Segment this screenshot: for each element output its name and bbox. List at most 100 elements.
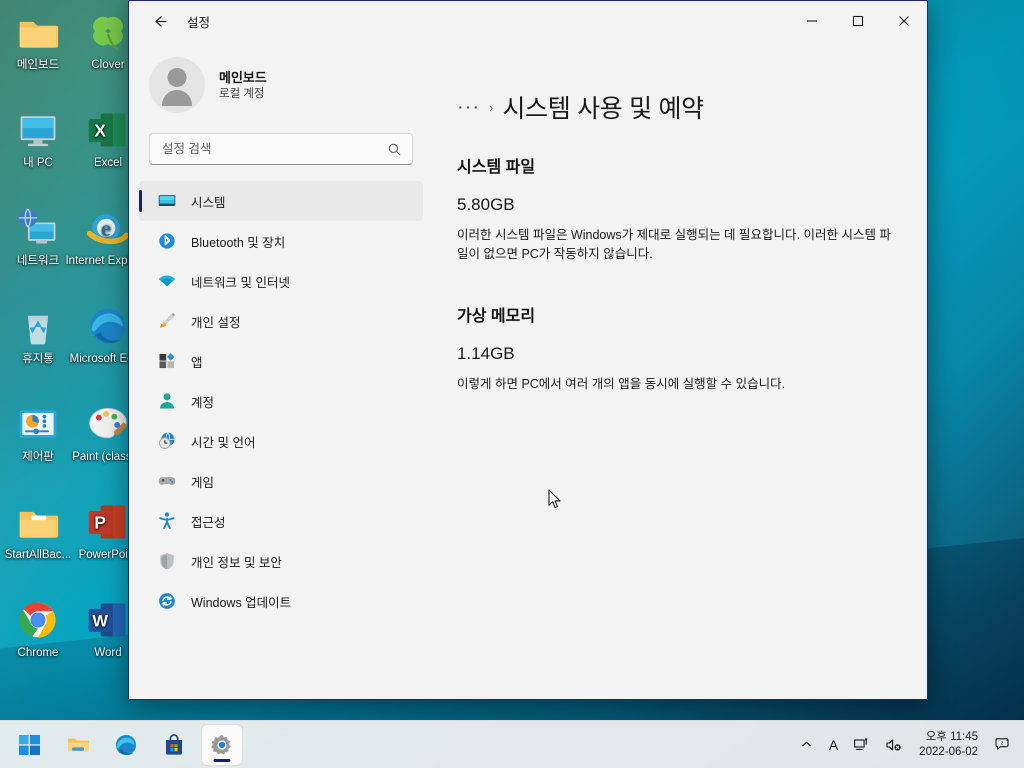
gamepad-icon [158, 477, 176, 485]
sidebar-item-label: 시간 및 언어 [191, 435, 256, 450]
window-title: 설정 [187, 15, 211, 30]
section-heading: 가상 메모리 [457, 308, 536, 325]
system-monitor-icon [158, 195, 176, 206]
titlebar-drag-area[interactable] [210, 1, 789, 41]
network-tray-icon[interactable] [847, 725, 877, 765]
notification-button[interactable]: z z [988, 725, 1018, 765]
folder-icon [19, 21, 59, 48]
close-button[interactable] [881, 1, 927, 41]
clover-icon [92, 16, 124, 52]
account-card[interactable]: 메인보드 로컬 계정 [129, 41, 433, 119]
breadcrumb: ··· › 시스템 사용 및 예약 [457, 89, 891, 125]
wifi-icon [157, 271, 177, 291]
sidebar-item-4[interactable]: 개인 설정 [139, 301, 423, 341]
clock-globe-icon [159, 432, 175, 449]
edge-icon [90, 308, 126, 344]
account-type: 로컬 계정 [219, 87, 265, 100]
sidebar-item-label: Bluetooth 및 장치 [191, 235, 286, 250]
search-container [129, 119, 433, 175]
network-tray-icon-glyph [854, 737, 868, 750]
tray-overflow-button[interactable] [793, 725, 820, 765]
svg-text:P: P [94, 512, 106, 532]
sidebar-item-label: 개인 설정 [191, 315, 241, 330]
section-description: 이렇게 하면 PC에서 여러 개의 앱을 동시에 실행할 수 있습니다. [457, 377, 786, 391]
sidebar-item-6[interactable]: 계정 [139, 381, 423, 421]
gamepad-icon [157, 471, 177, 491]
ime-indicator[interactable]: A [822, 725, 845, 765]
back-arrow-icon [154, 15, 166, 27]
bluetooth-icon [159, 233, 175, 249]
maximize-button[interactable] [835, 1, 881, 41]
this-pc-icon [20, 116, 56, 147]
search-icon [388, 143, 401, 155]
content-sections: 시스템 파일 5.80GB 이러한 시스템 파일은 Windows가 제대로 실행되… [457, 153, 891, 394]
sidebar-item-3[interactable]: 네트워크 및 인터넷 [139, 261, 423, 301]
windows-logo-icon [19, 734, 40, 755]
folder-icon [68, 738, 89, 751]
maximize-icon [852, 15, 864, 27]
sidebar-item-2[interactable]: Bluetooth 및 장치 [139, 221, 423, 261]
sidebar-item-label: 앱 [191, 355, 203, 370]
sidebar-item-5[interactable]: 앱 [139, 341, 423, 381]
powerpoint-icon: P [88, 505, 126, 539]
search-input[interactable] [162, 142, 387, 156]
sidebar-item-label: 개인 정보 및 보안 [191, 555, 282, 570]
file-explorer-button[interactable] [58, 725, 98, 765]
paintbrush-icon [160, 313, 175, 328]
clock-area[interactable]: 오후 11:45 2022-06-02 [911, 725, 986, 765]
accessibility-person-icon [159, 512, 175, 529]
system-tray: A 오후 11:45 2022-06-02 z z [793, 721, 1018, 768]
update-refresh-icon [159, 593, 175, 609]
sidebar-nav-list: 시스템 Bluetooth 및 장치네트워크 및 인터넷개인 설정앱계정시간 및 … [129, 175, 433, 621]
settings-window: 설정 메인보드 로컬 계정 설정 검색 시스템 Bluetooth 및 장치 네… [128, 0, 928, 700]
edge-button[interactable] [106, 725, 146, 765]
avatar [149, 57, 205, 113]
mouse-cursor [548, 489, 561, 509]
sidebar-item-label: 계정 [191, 395, 215, 410]
sidebar-item-label: 네트워크 및 인터넷 [191, 275, 290, 290]
bluetooth-icon [157, 231, 177, 251]
breadcrumb-overflow[interactable]: ··· [457, 97, 480, 117]
gear-icon [211, 734, 231, 754]
start-button[interactable] [10, 725, 50, 765]
system-monitor-icon [157, 191, 177, 211]
volume-muted-icon[interactable] [879, 725, 909, 765]
control-panel-icon [19, 410, 57, 438]
sidebar-item-10[interactable]: 개인 정보 및 보안 [139, 541, 423, 581]
chevron-up-icon [801, 741, 811, 747]
folder-doc-icon [19, 511, 59, 538]
svg-text:e: e [101, 215, 111, 240]
network-icon [18, 208, 56, 244]
notification-bell-dnd-icon: z z [995, 737, 1009, 750]
store-bag-icon [166, 733, 182, 755]
svg-text:X: X [94, 120, 106, 140]
sidebar-item-1[interactable]: 시스템 [139, 181, 423, 221]
shield-icon [160, 553, 174, 570]
breadcrumb-separator: › [488, 99, 494, 115]
account-person-icon [157, 391, 177, 411]
back-button[interactable] [143, 6, 177, 36]
sidebar-item-7[interactable]: 시간 및 언어 [139, 421, 423, 461]
taskbar-buttons [10, 724, 242, 765]
sidebar-item-9[interactable]: 접근성 [139, 501, 423, 541]
sidebar-item-label: 시스템 [191, 195, 226, 210]
settings-sidebar: 메인보드 로컬 계정 시스템 Bluetooth 및 장치네트워크 및 인터넷개인… [129, 41, 433, 699]
section-value: 5.80GB [457, 195, 515, 214]
chrome-icon [19, 602, 56, 638]
search-box[interactable] [149, 133, 413, 165]
paint-icon [89, 407, 128, 439]
paintbrush-icon [157, 311, 177, 331]
sidebar-item-11[interactable]: Windows 업데이트 [139, 581, 423, 621]
edge-icon [116, 734, 136, 755]
minimize-button[interactable] [789, 1, 835, 41]
apps-icon [157, 351, 177, 371]
svg-text:W: W [92, 612, 108, 630]
clock-globe-icon [157, 431, 177, 451]
close-icon [899, 16, 909, 26]
accessibility-person-icon [157, 511, 177, 531]
shield-icon [157, 551, 177, 571]
settings-button[interactable] [202, 724, 242, 765]
microsoft-store-button[interactable] [154, 725, 194, 765]
sidebar-item-8[interactable]: 게임 [139, 461, 423, 501]
